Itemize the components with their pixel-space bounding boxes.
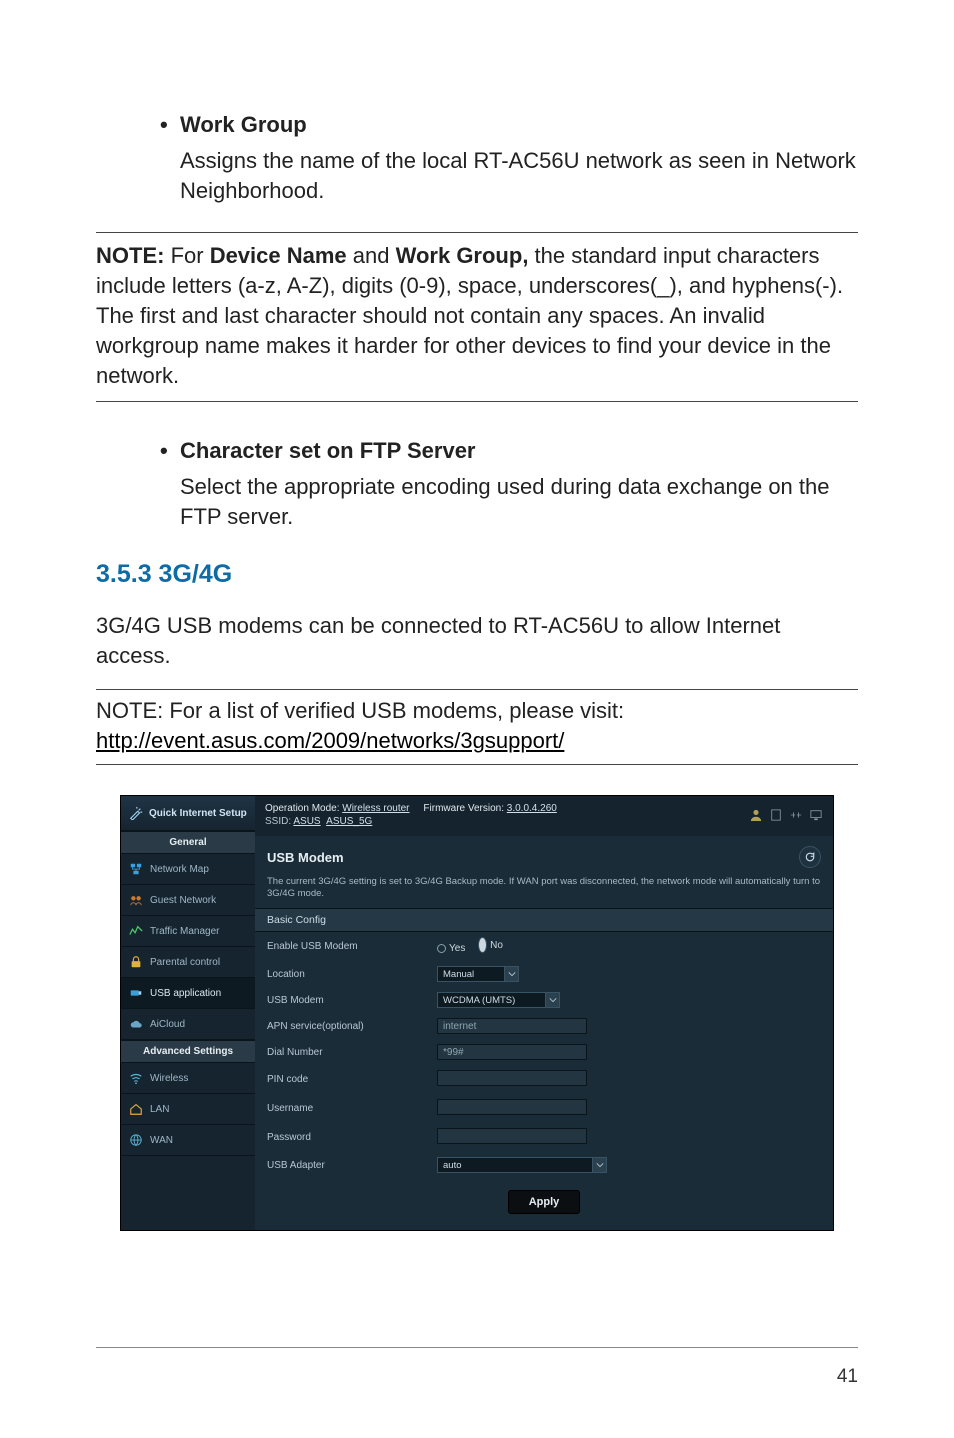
sidebar-item-aicloud[interactable]: AiCloud [121,1009,255,1040]
apply-button[interactable]: Apply [508,1190,581,1214]
input-dial-number[interactable]: *99# [437,1044,587,1060]
label-password: Password [267,1132,437,1143]
label-apn: APN service(optional) [267,1021,437,1032]
page-number: 41 [837,1366,858,1388]
guest-network-icon [129,893,143,907]
label-usb-modem: USB Modem [267,995,437,1006]
bullet-body: Select the appropriate encoding used dur… [180,472,858,532]
sidebar-category-general: General [121,831,255,854]
usb-icon [129,986,143,1000]
network-map-icon [129,862,143,876]
sidebar-item-usb-application[interactable]: USB application [121,978,255,1009]
sidebar-category-advanced: Advanced Settings [121,1040,255,1063]
operation-mode-link[interactable]: Wireless router [342,803,409,814]
router-main: Operation Mode: Wireless router Firmware… [255,796,833,1230]
device-icon[interactable] [809,809,823,821]
home-icon [129,1102,143,1116]
label-username: Username [267,1103,437,1114]
label-enable-usb-modem: Enable USB Modem [267,941,437,952]
bullet-title: Work Group [180,110,307,140]
bullet-work-group: • Work Group Assigns the name of the loc… [160,110,858,206]
panel-subheader: Basic Config [255,908,833,932]
user-icon[interactable] [749,809,763,821]
wand-icon [129,806,143,820]
chevron-down-icon [549,996,557,1004]
bullet-title: Character set on FTP Server [180,436,476,466]
bullet-body: Assigns the name of the local RT-AC56U n… [180,146,858,206]
bullet-marker: • [160,436,180,466]
router-admin-screenshot: Quick Internet Setup General Network Map… [120,795,834,1231]
footer-rule [96,1347,858,1348]
note-box: NOTE: For Device Name and Work Group, th… [96,232,858,402]
subnote-lead: NOTE: For a list of verified USB modems,… [96,698,624,723]
subnote-link[interactable]: http://event.asus.com/2009/networks/3gsu… [96,728,564,753]
bullet-marker: • [160,110,180,140]
input-apn[interactable]: internet [437,1018,587,1034]
sidebar-item-parental-control[interactable]: Parental control [121,947,255,978]
cloud-icon [129,1017,143,1031]
firmware-version-link[interactable]: 3.0.0.4.260 [507,803,557,814]
sidebar-item-wan[interactable]: WAN [121,1125,255,1156]
sidebar-item-traffic-manager[interactable]: Traffic Manager [121,916,255,947]
globe-icon [129,1133,143,1147]
router-topbar: Operation Mode: Wireless router Firmware… [255,796,833,836]
panel-description: The current 3G/4G setting is set to 3G/4… [255,876,833,908]
refresh-icon [804,851,816,863]
lock-icon [129,955,143,969]
link-icon[interactable] [789,809,803,821]
radio-yes[interactable]: Yes [437,943,465,954]
select-usb-adapter[interactable]: auto [437,1157,607,1173]
ssid-line: SSID: ASUS ASUS_5G [265,815,557,828]
sidebar-item-lan[interactable]: LAN [121,1094,255,1125]
section-heading-3g4g: 3.5.3 3G/4G [96,560,858,589]
label-usb-adapter: USB Adapter [267,1160,437,1171]
input-password[interactable] [437,1128,587,1144]
doc-icon[interactable] [769,809,783,821]
radio-no[interactable]: No [478,937,503,953]
label-dial-number: Dial Number [267,1047,437,1058]
sidebar-item-wireless[interactable]: Wireless [121,1063,255,1094]
body-text-3g4g: 3G/4G USB modems can be connected to RT-… [96,611,858,671]
chevron-down-icon [596,1161,604,1169]
quick-internet-setup[interactable]: Quick Internet Setup [121,796,255,831]
refresh-button[interactable] [799,846,821,868]
input-pin-code[interactable] [437,1070,587,1086]
sidebar-item-guest-network[interactable]: Guest Network [121,885,255,916]
operation-mode: Operation Mode: Wireless router Firmware… [265,802,557,815]
topbar-icons [749,809,823,821]
traffic-manager-icon [129,924,143,938]
wifi-icon [129,1071,143,1085]
chevron-down-icon [508,970,516,978]
panel-title: USB Modem [267,850,344,865]
select-location[interactable]: Manual [437,966,519,982]
sub-note: NOTE: For a list of verified USB modems,… [96,689,858,765]
label-location: Location [267,969,437,980]
label-pin-code: PIN code [267,1074,437,1085]
note-prefix: NOTE: [96,243,164,268]
router-sidebar: Quick Internet Setup General Network Map… [121,796,255,1230]
sidebar-item-network-map[interactable]: Network Map [121,854,255,885]
input-username[interactable] [437,1099,587,1115]
bullet-charset: • Character set on FTP Server Select the… [160,436,858,532]
select-usb-modem[interactable]: WCDMA (UMTS) [437,992,560,1008]
